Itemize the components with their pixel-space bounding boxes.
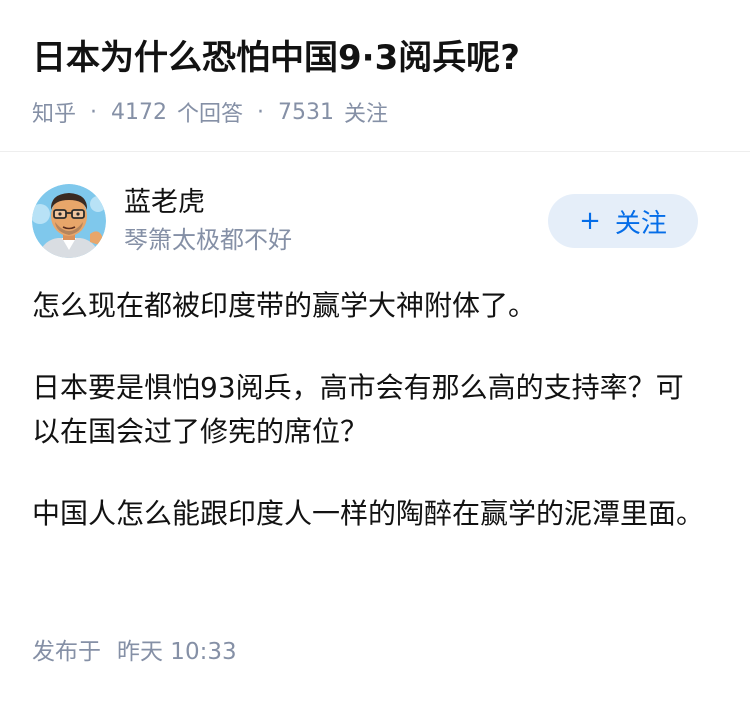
- meta-separator: ·: [90, 99, 98, 125]
- author-info: 蓝老虎 琴箫太极都不好: [124, 184, 292, 258]
- follow-button-label: 关注: [614, 208, 667, 239]
- published-time: 昨天 10:33: [117, 639, 237, 665]
- question-meta: 知乎 · 4172 个回答 · 7531 关注: [32, 96, 730, 128]
- author-name[interactable]: 蓝老虎: [124, 184, 292, 222]
- follower-count-label: 关注: [344, 102, 389, 127]
- author-row: 蓝老虎 琴箫太极都不好 + 关注: [32, 184, 698, 260]
- cartoon-avatar-icon: [32, 184, 106, 258]
- answer-count-label: 个回答: [177, 102, 244, 127]
- follower-count: 7531: [278, 99, 335, 125]
- published-label: 发布于: [32, 639, 101, 665]
- question-header: 日本为什么恐怕中国9·3阅兵呢? 知乎 · 4172 个回答 · 7531 关注: [32, 30, 730, 128]
- answer-content: 怎么现在都被印度带的赢学大神附体了。 日本要是惧怕93阅兵，高市会有那么高的支持…: [32, 284, 710, 574]
- header-divider: [0, 151, 750, 152]
- question-title[interactable]: 日本为什么恐怕中国9·3阅兵呢?: [32, 30, 730, 86]
- plus-icon: +: [579, 206, 601, 236]
- author-avatar[interactable]: [32, 184, 106, 258]
- answer-paragraph: 日本要是惧怕93阅兵，高市会有那么高的支持率？可以在国会过了修宪的席位？: [32, 371, 684, 448]
- meta-separator: ·: [257, 99, 265, 125]
- answer-paragraph: 中国人怎么能跟印度人一样的陶醉在赢学的泥潭里面。: [32, 497, 705, 530]
- source-label[interactable]: 知乎: [32, 96, 76, 128]
- author-bio: 琴箫太极都不好: [124, 226, 292, 254]
- answer-count: 4172: [111, 99, 168, 125]
- follow-button[interactable]: + 关注: [548, 194, 698, 248]
- answer-paragraph: 怎么现在都被印度带的赢学大神附体了。: [32, 289, 537, 322]
- answer-publish-time: 发布于 昨天 10:33: [32, 636, 237, 668]
